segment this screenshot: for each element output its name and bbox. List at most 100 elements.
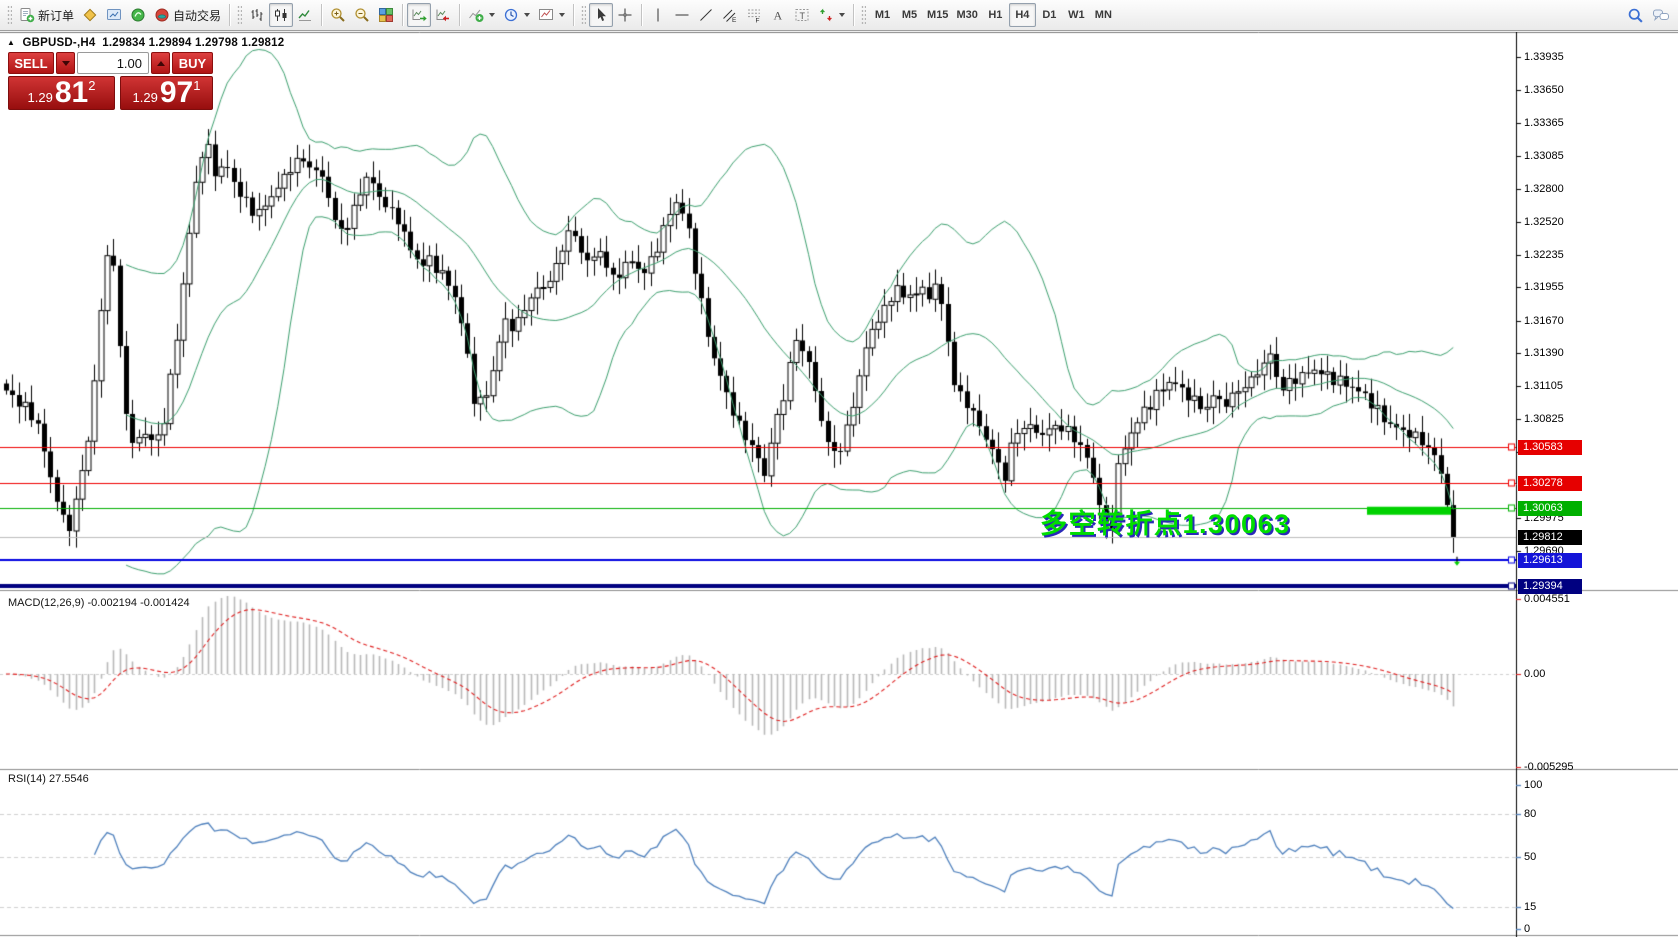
profiles-icon bbox=[106, 7, 122, 23]
timeframe-h1[interactable]: H1 bbox=[982, 3, 1009, 27]
spinner-up-icon bbox=[157, 61, 165, 66]
toolbar-grip[interactable] bbox=[7, 5, 12, 25]
toolbar-separator bbox=[459, 4, 460, 26]
line-chart-button[interactable] bbox=[293, 3, 317, 27]
buy-price-sup: 1 bbox=[193, 78, 200, 93]
autotrading-button[interactable]: 自动交易 bbox=[150, 3, 225, 27]
navigator-button[interactable] bbox=[126, 3, 150, 27]
toolbar-separator bbox=[402, 4, 403, 26]
toolbar-separator bbox=[573, 4, 574, 26]
cursor-button[interactable] bbox=[589, 3, 613, 27]
zoom-out-icon bbox=[354, 7, 370, 23]
chart-shift-icon bbox=[435, 7, 451, 23]
timeframe-bar: M1M5M15M30H1H4D1W1MN bbox=[869, 3, 1117, 27]
auto-scroll-icon bbox=[411, 7, 427, 23]
text-label-icon: T bbox=[794, 7, 810, 23]
svg-text:T: T bbox=[800, 11, 806, 21]
buy-button[interactable]: BUY bbox=[172, 52, 213, 74]
chat-button[interactable] bbox=[1648, 3, 1674, 27]
templates-icon bbox=[538, 7, 554, 23]
dropdown-caret bbox=[524, 13, 530, 17]
svg-text:A: A bbox=[774, 9, 783, 23]
buy-price-big: 97 bbox=[160, 79, 193, 107]
channel-button[interactable]: E bbox=[718, 3, 742, 27]
toolbar-grip[interactable] bbox=[581, 5, 586, 25]
timeframe-m5[interactable]: M5 bbox=[896, 3, 923, 27]
toolbar-separator bbox=[641, 4, 642, 26]
sell-price-small: 1.29 bbox=[28, 90, 53, 105]
volume-increase-button[interactable] bbox=[151, 52, 170, 74]
line-chart-icon bbox=[297, 7, 313, 23]
candlestick-chart-icon bbox=[273, 7, 289, 23]
vertical-line-button[interactable] bbox=[646, 3, 670, 27]
spinner-down-icon bbox=[62, 61, 70, 66]
crosshair-icon bbox=[617, 7, 633, 23]
navigator-icon bbox=[130, 7, 146, 23]
periods-icon bbox=[503, 7, 519, 23]
horizontal-line-icon bbox=[674, 7, 690, 23]
sell-button[interactable]: SELL bbox=[8, 52, 54, 74]
dropdown-caret bbox=[839, 13, 845, 17]
charts-icon bbox=[82, 7, 98, 23]
search-button[interactable] bbox=[1623, 3, 1648, 27]
zoom-in-icon bbox=[330, 7, 346, 23]
chart-shift-button[interactable] bbox=[431, 3, 455, 27]
buy-price-small: 1.29 bbox=[133, 90, 158, 105]
fibonacci-button[interactable]: F bbox=[742, 3, 766, 27]
indicators-button[interactable] bbox=[464, 3, 499, 27]
dropdown-caret bbox=[559, 13, 565, 17]
periods-button[interactable] bbox=[499, 3, 534, 27]
channel-icon: E bbox=[722, 7, 738, 23]
sell-price-box[interactable]: 1.29 81 2 bbox=[8, 76, 115, 110]
auto-scroll-button[interactable] bbox=[407, 3, 431, 27]
chart-window: ▲ GBPUSD-,H4 1.29834 1.29894 1.29798 1.2… bbox=[0, 32, 1678, 937]
search-icon bbox=[1627, 7, 1644, 24]
candlestick-chart-button[interactable] bbox=[269, 3, 293, 27]
chat-icon bbox=[1652, 7, 1670, 24]
templates-button[interactable] bbox=[534, 3, 569, 27]
dropdown-caret bbox=[489, 13, 495, 17]
main-toolbar: 新订单 自动交易 E F A T M1M5M15M30H1H4D1W1MN bbox=[0, 0, 1678, 31]
svg-text:E: E bbox=[732, 17, 737, 23]
bar-chart-icon bbox=[249, 7, 265, 23]
text-button[interactable]: A bbox=[766, 3, 790, 27]
cursor-icon bbox=[593, 7, 609, 23]
timeframe-d1[interactable]: D1 bbox=[1036, 3, 1063, 27]
indicators-icon bbox=[468, 7, 484, 23]
sell-price-big: 81 bbox=[55, 79, 88, 107]
timeframe-mn[interactable]: MN bbox=[1090, 3, 1117, 27]
zoom-in-button[interactable] bbox=[326, 3, 350, 27]
sell-price-sup: 2 bbox=[88, 78, 95, 93]
chart-canvas[interactable] bbox=[0, 32, 1678, 937]
toolbar-grip[interactable] bbox=[237, 5, 242, 25]
svg-text:F: F bbox=[756, 18, 760, 24]
timeframe-m1[interactable]: M1 bbox=[869, 3, 896, 27]
timeframe-w1[interactable]: W1 bbox=[1063, 3, 1090, 27]
volume-input[interactable]: 1.00 bbox=[77, 52, 149, 74]
timeframe-h4[interactable]: H4 bbox=[1009, 3, 1036, 27]
horizontal-line-button[interactable] bbox=[670, 3, 694, 27]
buy-price-box[interactable]: 1.29 97 1 bbox=[120, 76, 213, 110]
volume-decrease-button[interactable] bbox=[56, 52, 75, 74]
zoom-out-button[interactable] bbox=[350, 3, 374, 27]
timeframe-m15[interactable]: M15 bbox=[923, 3, 952, 27]
arrows-button[interactable] bbox=[814, 3, 849, 27]
one-click-trading-panel: SELL 1.00 BUY 1.29 81 2 1.29 97 1 bbox=[8, 52, 213, 110]
new-order-button[interactable]: 新订单 bbox=[15, 3, 78, 27]
toolbar-grip[interactable] bbox=[861, 5, 866, 25]
timeframe-m30[interactable]: M30 bbox=[952, 3, 981, 27]
toolbar-separator bbox=[229, 4, 230, 26]
tile-windows-button[interactable] bbox=[374, 3, 398, 27]
fibonacci-icon: F bbox=[746, 7, 762, 23]
bar-chart-button[interactable] bbox=[245, 3, 269, 27]
autotrading-label: 自动交易 bbox=[173, 7, 221, 24]
crosshair-button[interactable] bbox=[613, 3, 637, 27]
trendline-icon bbox=[698, 7, 714, 23]
profiles-button[interactable] bbox=[102, 3, 126, 27]
arrows-icon bbox=[818, 7, 834, 23]
tile-windows-icon bbox=[378, 7, 394, 23]
text-label-button[interactable]: T bbox=[790, 3, 814, 27]
toolbar-separator bbox=[321, 4, 322, 26]
trendline-button[interactable] bbox=[694, 3, 718, 27]
charts-button[interactable] bbox=[78, 3, 102, 27]
